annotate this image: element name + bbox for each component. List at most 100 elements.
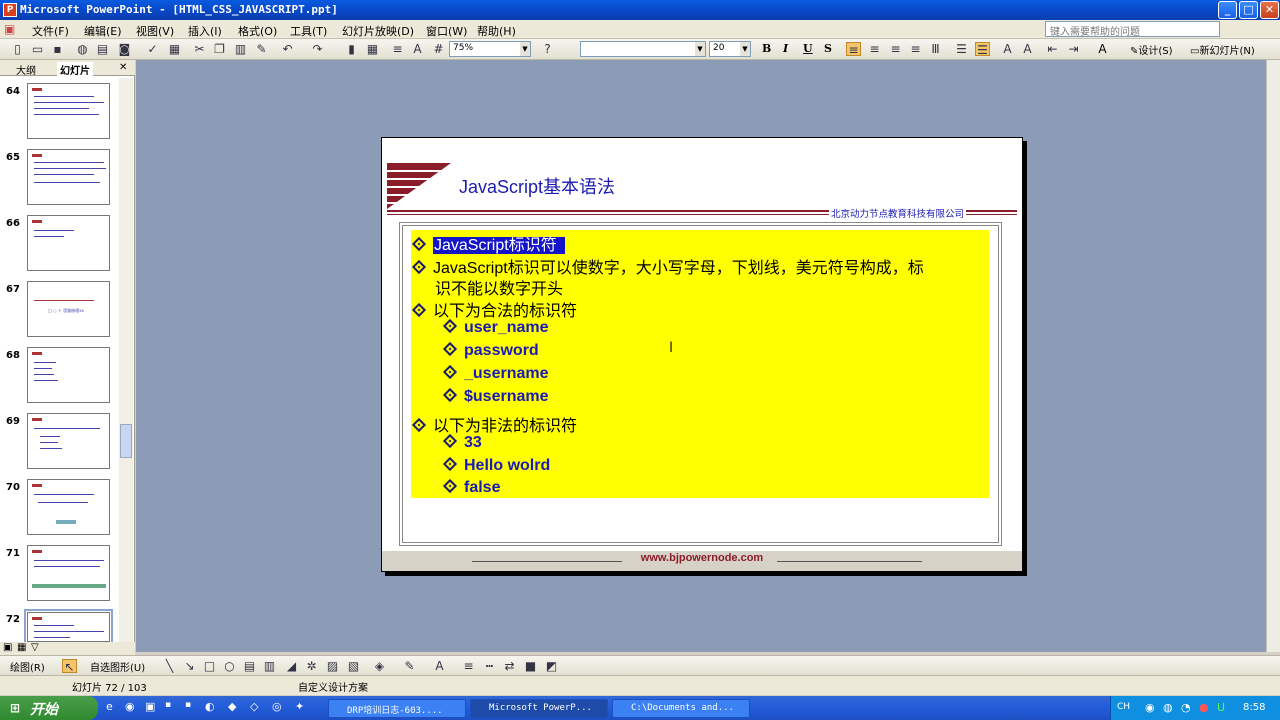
- ie-quicklaunch-icon[interactable]: e: [106, 700, 113, 713]
- cmd-icon[interactable]: ▪: [185, 700, 191, 710]
- insert-chart-icon[interactable]: ▮: [344, 42, 359, 56]
- tray-icon[interactable]: ◍: [1163, 701, 1173, 714]
- rectangle-icon[interactable]: □: [202, 659, 217, 673]
- slide-thumbnail-68[interactable]: [27, 347, 110, 403]
- slide-thumbnail-69[interactable]: [27, 413, 110, 469]
- slide-title[interactable]: JavaScript基本语法: [459, 173, 615, 199]
- slide-thumbnail-70[interactable]: [27, 479, 110, 535]
- bullets-icon[interactable]: ☰: [975, 42, 990, 57]
- language-indicator[interactable]: CH: [1117, 702, 1130, 712]
- spelling-icon[interactable]: ✓: [145, 42, 160, 56]
- print-preview-icon[interactable]: ◙: [117, 42, 132, 56]
- line-color-icon[interactable]: ✎: [402, 659, 417, 673]
- font-name-select[interactable]: ▼: [580, 41, 706, 57]
- menu-file[interactable]: 文件(F): [32, 23, 69, 39]
- menu-format[interactable]: 格式(O): [238, 23, 277, 39]
- slide-canvas[interactable]: JavaScript基本语法 北京动力节点教育科技有限公司 JavaScript…: [381, 137, 1023, 572]
- zoom-select[interactable]: 75% ▼: [449, 41, 531, 57]
- decrease-indent-icon[interactable]: ⇤: [1045, 42, 1060, 56]
- bullet-1[interactable]: JavaScript标识符: [411, 231, 565, 255]
- print-icon[interactable]: ▤: [95, 42, 110, 56]
- menu-help[interactable]: 帮助(H): [477, 23, 516, 39]
- fill-color-icon[interactable]: ◈: [372, 659, 387, 673]
- normal-view-icon[interactable]: ▣: [3, 642, 12, 653]
- help-search-input[interactable]: 键入需要帮助的问题: [1045, 21, 1220, 37]
- scroll-thumb[interactable]: [120, 424, 132, 458]
- italic-button[interactable]: I: [783, 42, 788, 55]
- maximize-button[interactable]: □: [1239, 1, 1258, 19]
- redo-icon[interactable]: ↷: [310, 42, 325, 56]
- app-icon[interactable]: ◎: [272, 700, 282, 713]
- insert-table-icon[interactable]: ▦: [365, 42, 380, 56]
- tab-slides[interactable]: 幻灯片: [57, 62, 93, 77]
- paste-icon[interactable]: ▥: [233, 42, 248, 56]
- decrease-font-icon[interactable]: A: [1020, 42, 1035, 56]
- picture-icon[interactable]: ▧: [346, 659, 361, 673]
- app-icon[interactable]: ◆: [228, 700, 236, 713]
- document-icon[interactable]: ▣: [4, 22, 15, 36]
- sub-bullet-3[interactable]: _username: [442, 364, 549, 383]
- undo-icon[interactable]: ↶: [280, 42, 295, 56]
- permission-icon[interactable]: ◍: [75, 42, 90, 56]
- tray-icon[interactable]: U: [1217, 701, 1225, 714]
- grid-icon[interactable]: #: [431, 42, 446, 56]
- arrow-icon[interactable]: ↘: [182, 659, 197, 673]
- align-left-icon[interactable]: ≡: [846, 42, 861, 57]
- help-icon[interactable]: ?: [540, 42, 555, 56]
- font-size-select[interactable]: 20 ▼: [709, 41, 751, 57]
- close-button[interactable]: ✕: [1260, 1, 1279, 19]
- slide-thumbnail-65[interactable]: [27, 149, 110, 205]
- menu-view[interactable]: 视图(V): [136, 23, 174, 39]
- tray-icon[interactable]: ◔: [1181, 701, 1191, 714]
- antivirus-icon[interactable]: ●: [1199, 701, 1209, 714]
- line-icon[interactable]: ╲: [162, 659, 177, 673]
- sub-bullet-4[interactable]: $username: [442, 387, 549, 406]
- numbering-icon[interactable]: ☰: [954, 42, 969, 56]
- pane-close-icon[interactable]: ✕: [119, 62, 127, 73]
- vertical-scrollbar[interactable]: [1266, 60, 1280, 652]
- slideshow-icon[interactable]: ▽: [31, 642, 39, 653]
- menu-window[interactable]: 窗口(W): [426, 23, 467, 39]
- shadow-button[interactable]: S: [824, 42, 832, 55]
- task-cmd[interactable]: C:\Documents and...: [612, 699, 750, 718]
- sub-bullet-5[interactable]: 33: [442, 433, 482, 452]
- save-icon[interactable]: ▪: [50, 42, 65, 56]
- autoshapes-menu[interactable]: 自选图形(U): [90, 659, 145, 674]
- network-icon[interactable]: ◉: [1145, 701, 1155, 714]
- cmd-icon[interactable]: ▪: [165, 700, 171, 710]
- slide-thumbnail-66[interactable]: [27, 215, 110, 271]
- line-style-icon[interactable]: ≡: [461, 659, 476, 673]
- align-center-icon[interactable]: ≡: [867, 42, 882, 56]
- pane-scrollbar[interactable]: [119, 78, 133, 643]
- start-button[interactable]: ⊞ 开始: [0, 696, 98, 720]
- justify-icon[interactable]: ≡: [908, 42, 923, 56]
- select-arrow-icon[interactable]: ↖: [62, 659, 77, 674]
- task-powerpoint[interactable]: Microsoft PowerP...: [470, 699, 608, 718]
- textbox-icon[interactable]: ▤: [242, 659, 257, 673]
- task-drp-log[interactable]: DRP培训日志-603....: [328, 699, 466, 718]
- sub-bullet-1[interactable]: user_name: [442, 318, 549, 337]
- bold-button[interactable]: B: [762, 42, 771, 55]
- slide-thumbnail-72[interactable]: [24, 609, 113, 645]
- design-button[interactable]: ✎设计(S): [1130, 42, 1173, 57]
- tab-outline[interactable]: 大纲: [16, 62, 36, 77]
- new-file-icon[interactable]: ▯: [10, 42, 25, 56]
- clipart-icon[interactable]: ▨: [325, 659, 340, 673]
- font-color-icon[interactable]: A: [1095, 42, 1110, 56]
- shadow-style-icon[interactable]: ■: [523, 659, 538, 673]
- bullet-4[interactable]: 以下为非法的标识符: [411, 412, 577, 436]
- menu-slideshow[interactable]: 幻灯片放映(D): [342, 23, 414, 39]
- format-painter-icon[interactable]: ✎: [254, 42, 269, 56]
- slide-thumbnail-71[interactable]: [27, 545, 110, 601]
- new-slide-button[interactable]: ▭新幻灯片(N): [1190, 42, 1255, 57]
- copy-icon[interactable]: ❐: [212, 42, 227, 56]
- sub-bullet-2[interactable]: password: [442, 341, 539, 360]
- increase-indent-icon[interactable]: ⇥: [1066, 42, 1081, 56]
- powerpoint-app-icon[interactable]: P: [3, 3, 17, 17]
- sub-bullet-7[interactable]: false: [442, 478, 500, 497]
- app-icon[interactable]: ◇: [250, 700, 258, 713]
- cut-icon[interactable]: ✂: [192, 42, 207, 56]
- expand-all-icon[interactable]: ≡: [390, 42, 405, 56]
- menu-tools[interactable]: 工具(T): [290, 23, 327, 39]
- vertical-textbox-icon[interactable]: ▥: [262, 659, 277, 673]
